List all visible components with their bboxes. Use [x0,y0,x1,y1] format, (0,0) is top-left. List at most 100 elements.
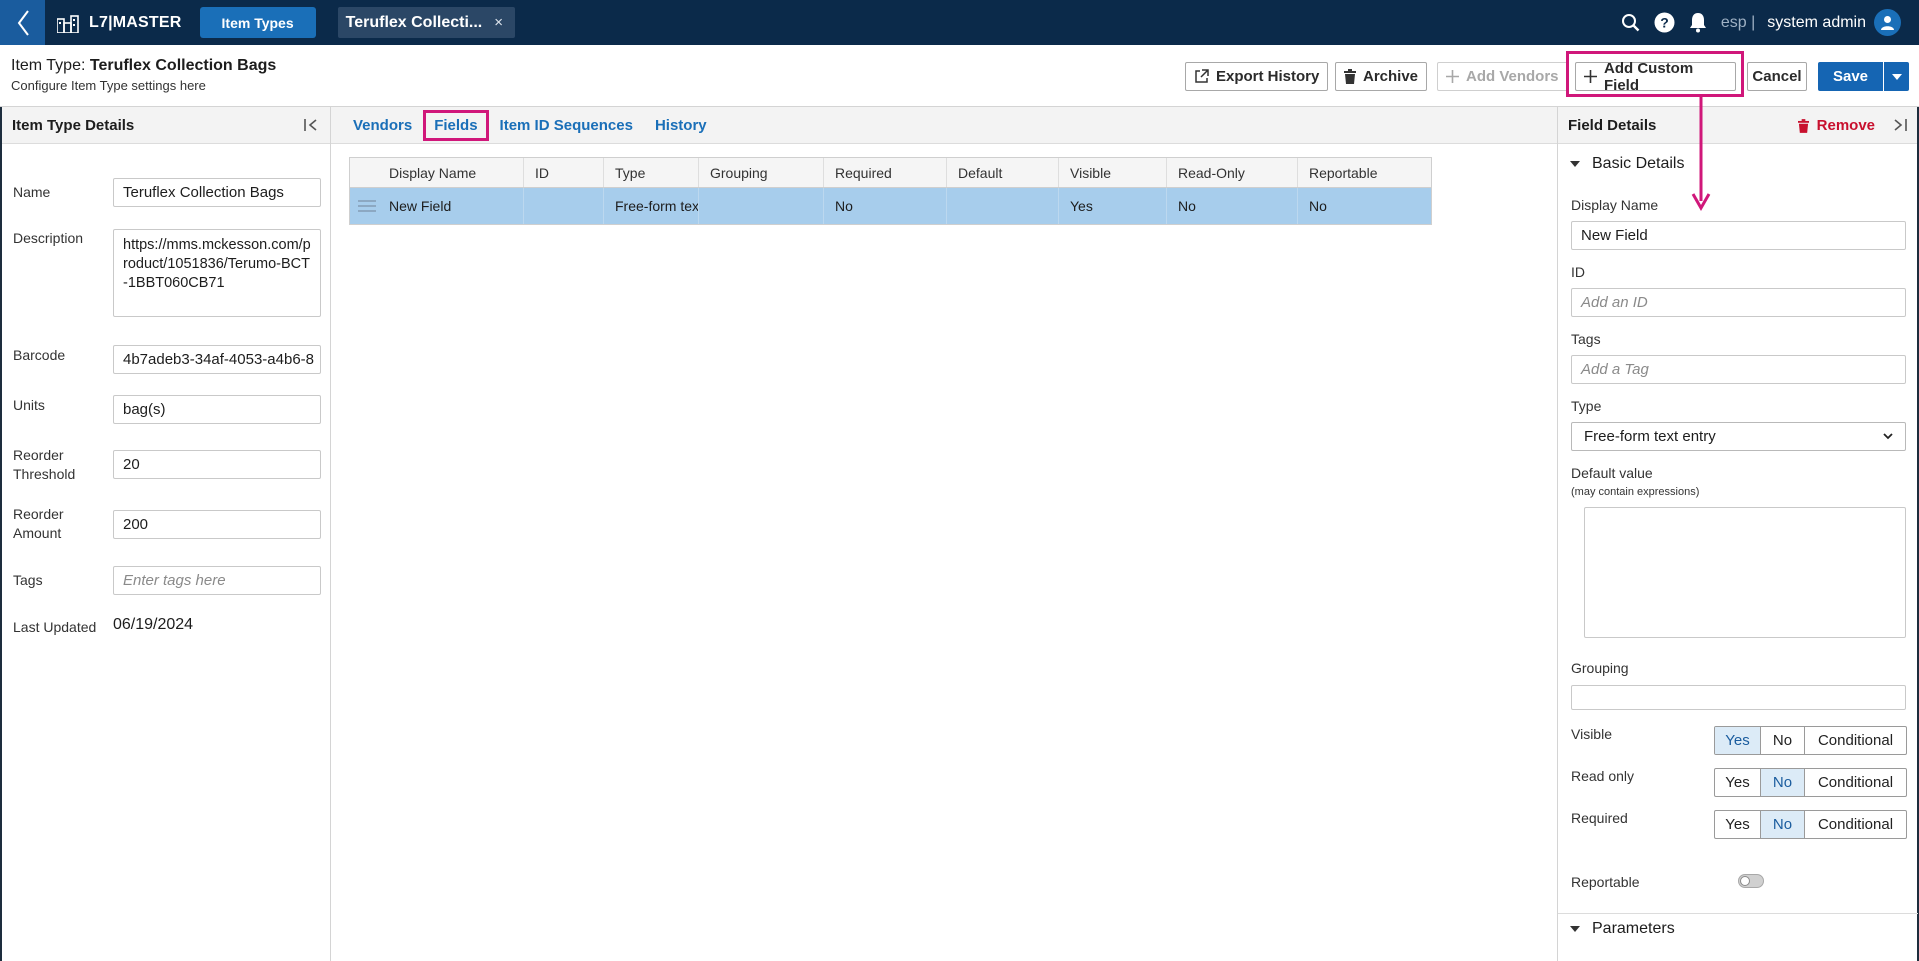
basic-details-section[interactable]: Basic Details [1570,155,1684,173]
plus-icon [1446,70,1459,83]
read-only-conditional-option[interactable]: Conditional [1805,769,1906,796]
visible-conditional-option[interactable]: Conditional [1805,727,1906,754]
page-title-name: Teruflex Collection Bags [89,57,277,74]
tags-label: Tags [1571,331,1601,347]
page-title-prefix: Item Type: [11,57,90,74]
visible-segmented: Yes No Conditional [1714,726,1907,755]
tab-history[interactable]: History [655,111,707,140]
reorder-threshold-label-line2: Threshold [13,466,76,482]
read-only-label: Read only [1571,768,1635,784]
back-button[interactable] [0,0,45,45]
column-header-grouping[interactable]: Grouping [699,158,824,187]
name-label: Name [13,184,51,200]
column-header-id[interactable]: ID [524,158,604,187]
cell-id [524,188,604,224]
last-updated-label: Last Updated [13,619,97,635]
cell-read-only: No [1167,188,1298,224]
external-link-icon [1194,69,1209,84]
cell-display-name-text: New Field [389,198,452,214]
default-value-textarea[interactable] [1584,507,1906,638]
tags-label: Tags [13,572,43,588]
parameters-section[interactable]: Parameters [1570,920,1675,938]
column-header-type[interactable]: Type [604,158,699,187]
units-input[interactable]: bag(s) [113,395,321,424]
visible-label: Visible [1571,726,1612,742]
add-custom-field-highlight [1566,51,1744,97]
type-label: Type [1571,398,1602,414]
type-select[interactable]: Free-form text entry [1571,422,1906,451]
user-name[interactable]: system admin [1767,14,1866,32]
reorder-amount-input[interactable]: 200 [113,510,321,539]
column-header-default[interactable]: Default [947,158,1059,187]
column-header-reportable[interactable]: Reportable [1298,158,1431,187]
cell-visible: Yes [1059,188,1167,224]
read-only-no-option[interactable]: No [1761,769,1805,796]
svg-text:?: ? [1660,15,1669,31]
document-tab[interactable]: Teruflex Collecti... × [337,7,516,38]
reportable-toggle[interactable] [1738,874,1764,888]
brand[interactable]: L7|MASTER [57,13,182,33]
barcode-label: Barcode [13,347,66,363]
reorder-threshold-label: Reorder Threshold [13,446,75,484]
user-icon [1881,16,1894,30]
read-only-yes-option[interactable]: Yes [1715,769,1761,796]
column-header-display-name[interactable]: Display Name [350,158,524,187]
column-header-visible[interactable]: Visible [1059,158,1167,187]
column-header-read-only[interactable]: Read-Only [1167,158,1298,187]
cell-default [947,188,1059,224]
drag-handle-icon[interactable] [358,200,376,212]
name-input[interactable]: Teruflex Collection Bags [113,178,321,207]
tags-input[interactable]: Enter tags here [113,566,321,595]
save-options-button[interactable] [1884,62,1909,91]
collapse-left-icon[interactable] [304,118,318,136]
archive-label: Archive [1363,68,1419,85]
table-header: Display Name ID Type Grouping Required D… [350,158,1431,188]
collapse-right-icon[interactable] [1893,118,1907,135]
top-bar: L7|MASTER Item Types Teruflex Collecti..… [0,0,1919,45]
avatar[interactable] [1874,9,1901,36]
toggle-knob [1740,876,1750,886]
panel-title: Field Details [1568,116,1657,134]
tab-item-id-sequences[interactable]: Item ID Sequences [500,111,633,140]
export-history-button[interactable]: Export History [1185,62,1329,91]
search-icon[interactable] [1621,13,1640,32]
required-yes-option[interactable]: Yes [1715,811,1761,838]
cell-display-name: New Field [350,188,524,224]
required-no-option[interactable]: No [1761,811,1805,838]
remove-button[interactable]: Remove [1797,117,1875,134]
help-icon[interactable]: ? [1654,12,1675,33]
table-row[interactable]: New Field Free-form tex No Yes No No [350,188,1431,224]
visible-yes-option[interactable]: Yes [1715,727,1761,754]
display-name-label: Display Name [1571,197,1659,213]
grouping-label: Grouping [1571,660,1629,676]
display-name-input[interactable]: New Field [1571,221,1906,250]
remove-label: Remove [1816,117,1875,134]
visible-no-option[interactable]: No [1761,727,1805,754]
item-type-details-panel: Item Type Details Name Teruflex Collecti… [0,107,331,961]
reportable-label: Reportable [1571,874,1640,890]
required-conditional-option[interactable]: Conditional [1805,811,1906,838]
cell-grouping [699,188,824,224]
grouping-input[interactable] [1571,685,1906,710]
type-select-value: Free-form text entry [1584,428,1716,445]
close-icon[interactable]: × [494,14,503,31]
id-input[interactable]: Add an ID [1571,288,1906,317]
tab-fields[interactable]: Fields [423,109,489,141]
barcode-input[interactable]: 4b7adeb3-34af-4053-a4b6-8 [113,345,321,374]
archive-button[interactable]: Archive [1335,62,1428,91]
reorder-amount-label: Reorder Amount [13,505,64,543]
trash-icon [1797,118,1809,133]
language-switch[interactable]: esp | [1721,14,1755,32]
column-header-required[interactable]: Required [824,158,947,187]
tab-vendors[interactable]: Vendors [353,111,412,140]
reorder-threshold-input[interactable]: 20 [113,450,321,479]
nav-item-types[interactable]: Item Types [199,7,316,38]
add-vendors-button[interactable]: Add Vendors [1437,62,1568,91]
tab-bar: Vendors Fields Item ID Sequences History [331,107,1557,144]
cancel-button[interactable]: Cancel [1747,62,1807,91]
description-textarea[interactable]: https://mms.mckesson.com/product/1051836… [113,229,321,317]
save-button[interactable]: Save [1818,62,1883,91]
bell-icon[interactable] [1689,12,1707,33]
tags-input[interactable]: Add a Tag [1571,355,1906,384]
units-label: Units [13,397,45,413]
